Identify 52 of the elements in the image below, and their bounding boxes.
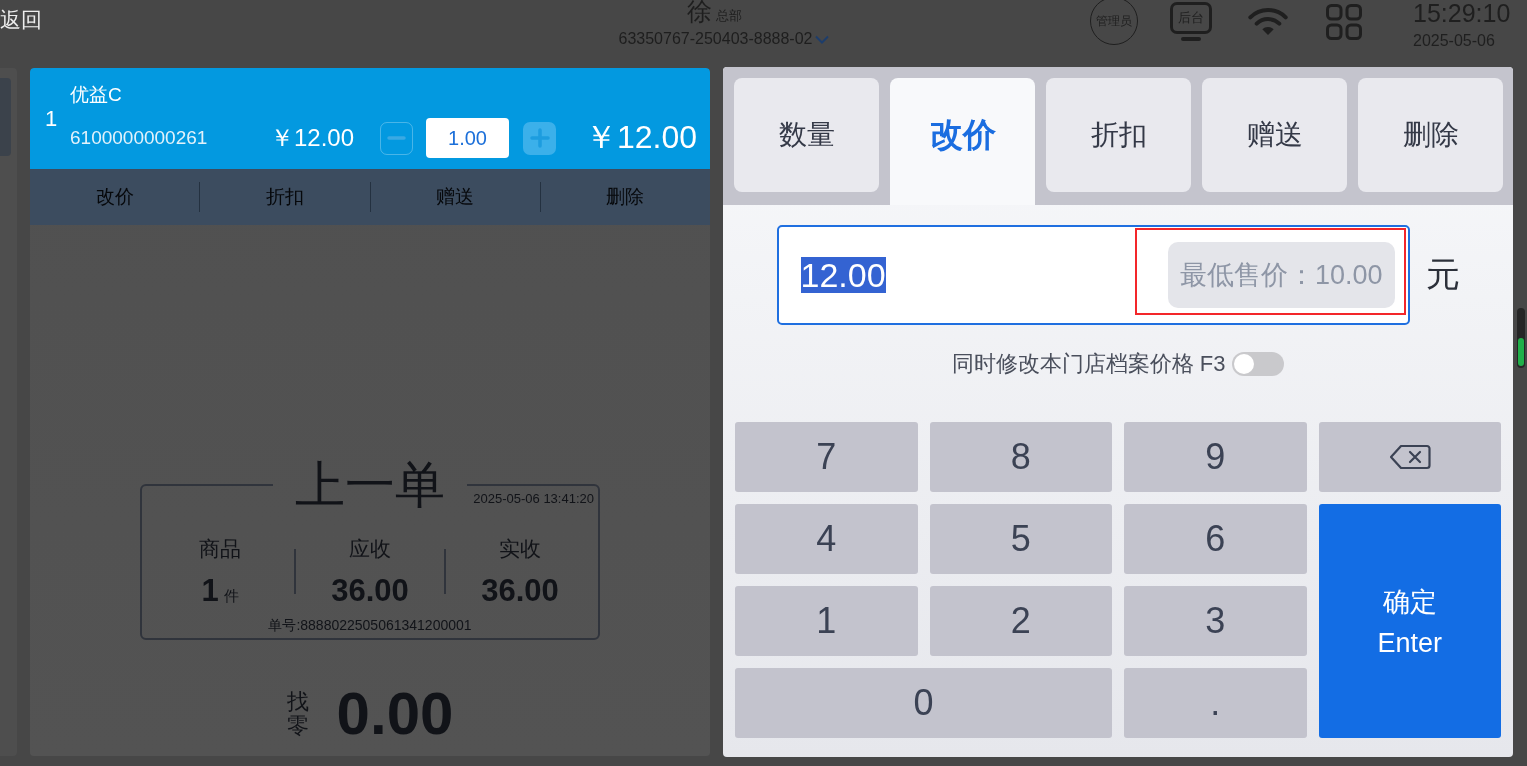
stat-value: 36.00 (331, 575, 409, 607)
item-index: 1 (44, 105, 59, 132)
item-barcode: 6100000000261 (70, 127, 209, 149)
order-number: 单号:8888022505061341200001 (268, 617, 472, 633)
keypad-key[interactable]: 4 (735, 504, 918, 574)
stat-label: 应收 (349, 536, 391, 562)
keypad-key[interactable]: 1 (735, 586, 918, 656)
input-value: 12.00 (800, 257, 886, 293)
min-price-hint: 最低售价：10.00 (1167, 242, 1395, 308)
stat-value: 36.00 (481, 575, 559, 607)
price-input[interactable]: 12.00 最低售价：10.00 (776, 225, 1410, 325)
dialog-tab[interactable]: 删除 (1358, 78, 1503, 192)
unit-price: ￥12.00 (270, 123, 356, 153)
keypad-key[interactable]: . (1124, 668, 1307, 738)
keypad-key[interactable]: 0 (735, 668, 1112, 738)
line-total: ￥12.00 (584, 118, 697, 157)
grid-icon[interactable] (1326, 4, 1362, 40)
scrollbar[interactable] (1517, 308, 1525, 368)
keypad-key[interactable]: 9 (1124, 422, 1307, 492)
cart-item[interactable]: 1 优益C 6100000000261 ￥12.00 1.00 ￥12.00 (30, 68, 710, 169)
dialog-tab[interactable]: 改价 (890, 78, 1035, 205)
increase-button[interactable] (523, 121, 556, 155)
change-label: 找零 (286, 689, 309, 739)
keypad-key[interactable]: 7 (735, 422, 918, 492)
sync-toggle[interactable] (1232, 352, 1285, 376)
backspace-button[interactable] (1318, 422, 1501, 492)
keypad-key[interactable]: 2 (929, 586, 1112, 656)
sync-option-label: 同时修改本门店档案价格 F3 (951, 350, 1226, 378)
dialog-tab[interactable]: 赠送 (1202, 78, 1347, 192)
keypad-key[interactable]: 3 (1124, 586, 1307, 656)
minus-icon (387, 136, 406, 140)
backspace-icon (1388, 444, 1431, 470)
currency-unit: 元 (1425, 254, 1460, 295)
stat-label: 实收 (499, 536, 541, 562)
change-amount: 0.00 (336, 684, 454, 744)
confirm-button[interactable]: 确定 Enter (1318, 504, 1501, 738)
keypad-key[interactable]: 6 (1124, 504, 1307, 574)
quantity-input[interactable]: 1.00 (426, 118, 509, 158)
keypad-key[interactable]: 5 (929, 504, 1112, 574)
wifi-icon[interactable] (1246, 7, 1290, 37)
keypad-key[interactable]: 8 (929, 422, 1112, 492)
stat-label: 商品 (199, 536, 241, 562)
item-name: 优益C (70, 84, 122, 106)
chevron-down-icon (815, 34, 830, 44)
dialog-tab[interactable]: 数量 (734, 78, 879, 192)
plus-icon (529, 128, 550, 148)
stat-unit: 件 (223, 587, 239, 606)
last-order-title: 上一单 (294, 460, 446, 510)
dialog-tab[interactable]: 折扣 (1046, 78, 1191, 192)
back-link[interactable]: 返回 (0, 7, 42, 33)
last-order-time: 2025-05-06 13:41:20 (473, 491, 594, 507)
stat-value: 1 (201, 575, 219, 607)
